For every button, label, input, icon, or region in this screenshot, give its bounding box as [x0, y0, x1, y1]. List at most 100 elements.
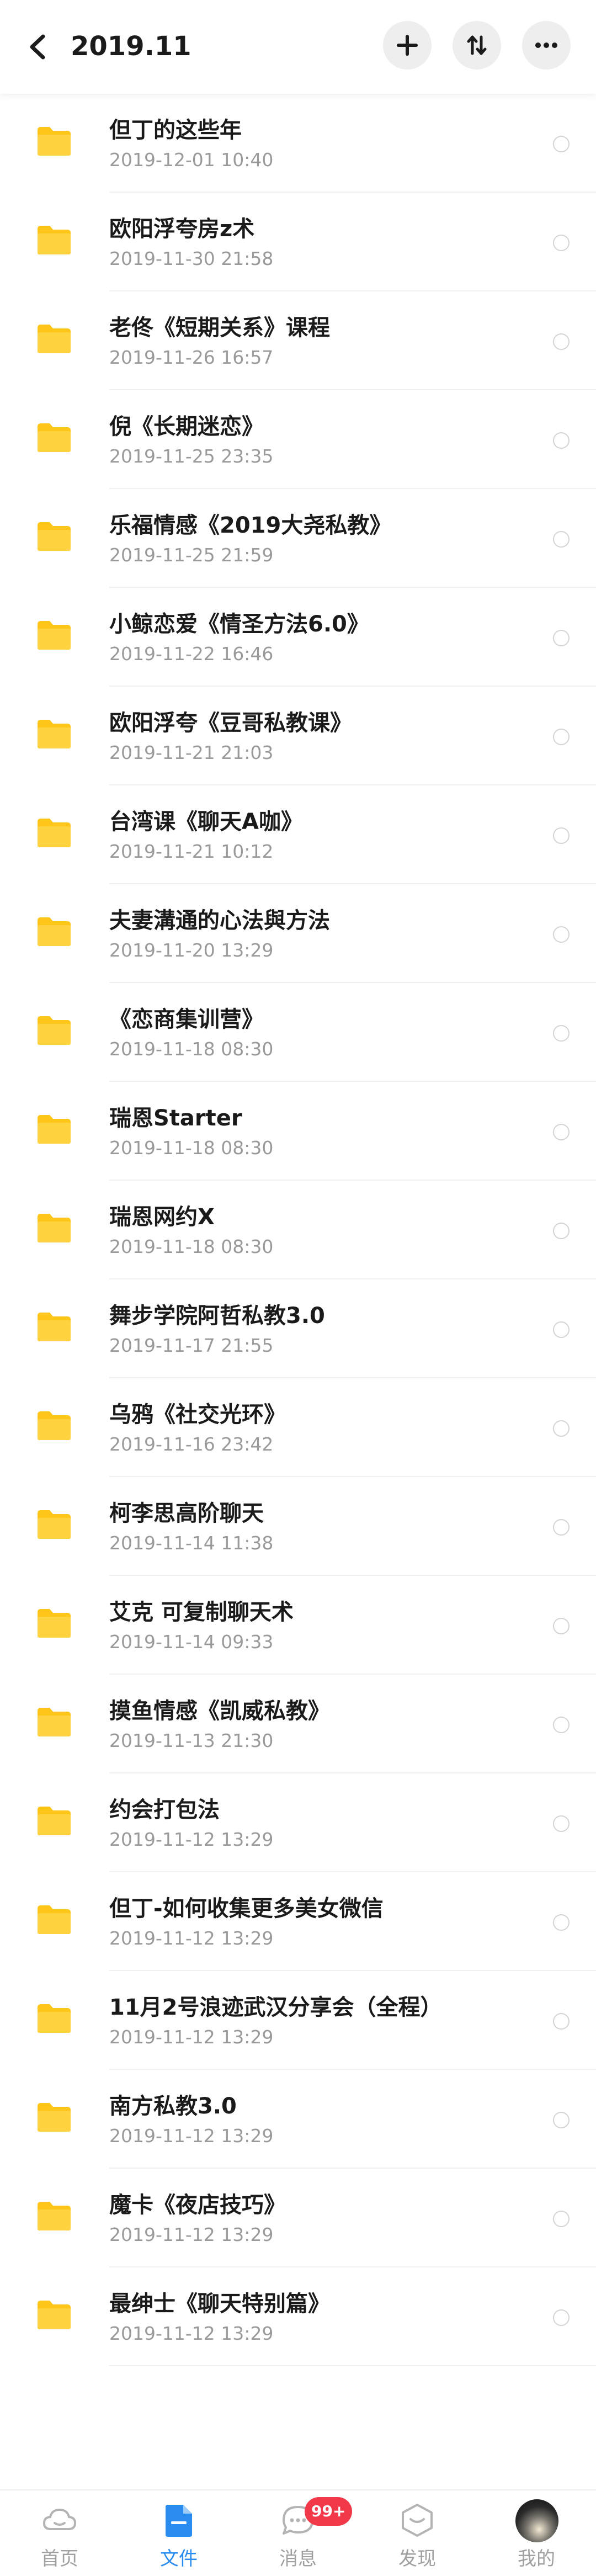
- tab-discover[interactable]: 发现: [358, 2490, 477, 2576]
- unread-badge: 99+: [305, 2497, 353, 2526]
- file-icon: [159, 2500, 199, 2540]
- tab-files[interactable]: 文件: [119, 2490, 238, 2576]
- folder-row[interactable]: 老佟《短期关系》课程 2019-11-26 16:57: [0, 291, 596, 390]
- folder-row[interactable]: 南方私教3.0 2019-11-12 13:29: [0, 2070, 596, 2169]
- select-radio[interactable]: [553, 136, 570, 152]
- folder-name: 但丁的这些年: [109, 118, 242, 143]
- select-radio[interactable]: [553, 926, 570, 943]
- tab-home[interactable]: 首页: [0, 2490, 119, 2576]
- folder-date: 2019-11-21 10:12: [109, 841, 274, 862]
- folder-row[interactable]: 《恋商集训营》 2019-11-18 08:30: [0, 983, 596, 1082]
- select-radio[interactable]: [553, 531, 570, 548]
- folder-row[interactable]: 约会打包法 2019-11-12 13:29: [0, 1773, 596, 1872]
- tab-label: 发现: [398, 2548, 436, 2570]
- folder-row[interactable]: 夫妻溝通的心法與方法 2019-11-20 13:29: [0, 884, 596, 983]
- folder-icon: [36, 1707, 72, 1738]
- folder-row[interactable]: 魔卡《夜店技巧》 2019-11-12 13:29: [0, 2169, 596, 2267]
- folder-row[interactable]: 艾克 可复制聊天术 2019-11-14 09:33: [0, 1576, 596, 1675]
- folder-icon: [36, 126, 72, 157]
- select-radio[interactable]: [553, 729, 570, 745]
- folder-name: 欧阳浮夸房z术: [109, 216, 255, 242]
- select-radio[interactable]: [553, 2211, 570, 2227]
- folder-name: 但丁-如何收集更多美女微信: [109, 1896, 384, 1921]
- folder-icon: [36, 2003, 72, 2034]
- folder-date: 2019-11-25 21:59: [109, 544, 274, 566]
- folder-row[interactable]: 但丁的这些年 2019-12-01 10:40: [0, 94, 596, 193]
- select-radio[interactable]: [553, 1717, 570, 1733]
- folder-name: 倪《长期迷恋》: [109, 414, 264, 439]
- folder-icon: [36, 1608, 72, 1639]
- folder-name: 夫妻溝通的心法與方法: [109, 908, 330, 933]
- select-radio[interactable]: [553, 1223, 570, 1239]
- folder-row[interactable]: 柯李思高阶聊天 2019-11-14 11:38: [0, 1477, 596, 1576]
- select-radio[interactable]: [553, 2112, 570, 2128]
- plus-icon: [397, 35, 418, 56]
- select-radio[interactable]: [553, 1420, 570, 1437]
- add-button[interactable]: [383, 21, 432, 70]
- folder-date: 2019-11-14 09:33: [109, 1631, 274, 1653]
- folder-icon: [36, 620, 72, 651]
- folder-date: 2019-11-12 13:29: [109, 2026, 274, 2048]
- select-radio[interactable]: [553, 630, 570, 646]
- folder-date: 2019-11-18 08:30: [109, 1236, 274, 1257]
- folder-row[interactable]: 但丁-如何收集更多美女微信 2019-11-12 13:29: [0, 1872, 596, 1971]
- folder-name: 魔卡《夜店技巧》: [109, 2192, 286, 2218]
- folder-icon: [36, 323, 72, 354]
- back-button[interactable]: [22, 28, 55, 66]
- folder-icon: [36, 422, 72, 453]
- folder-list: 但丁的这些年 2019-12-01 10:40 欧阳浮夸房z术 2019-11-…: [0, 94, 596, 2366]
- folder-date: 2019-11-13 21:30: [109, 1730, 274, 1751]
- more-button[interactable]: [522, 21, 571, 70]
- folder-icon: [36, 1805, 72, 1836]
- select-radio[interactable]: [553, 432, 570, 449]
- select-radio[interactable]: [553, 2309, 570, 2326]
- folder-row[interactable]: 台湾课《聊天A咖》 2019-11-21 10:12: [0, 785, 596, 884]
- folder-date: 2019-11-22 16:46: [109, 643, 274, 665]
- select-radio[interactable]: [553, 1914, 570, 1931]
- folder-row[interactable]: 摸鱼情感《凯威私教》 2019-11-13 21:30: [0, 1675, 596, 1773]
- tab-messages[interactable]: 99+ 消息: [238, 2490, 358, 2576]
- folder-row[interactable]: 欧阳浮夸《豆哥私教课》 2019-11-21 21:03: [0, 687, 596, 785]
- folder-name: 老佟《短期关系》课程: [109, 315, 330, 341]
- folder-row[interactable]: 乌鸦《社交光环》 2019-11-16 23:42: [0, 1378, 596, 1477]
- select-radio[interactable]: [553, 1618, 570, 1634]
- avatar: [515, 2499, 558, 2542]
- folder-name: 小鲸恋爱《情圣方法6.0》: [109, 612, 369, 637]
- folder-name: 《恋商集训营》: [109, 1007, 264, 1032]
- folder-date: 2019-11-12 13:29: [109, 2323, 274, 2344]
- folder-date: 2019-12-01 10:40: [109, 149, 274, 171]
- select-radio[interactable]: [553, 2013, 570, 2030]
- folder-row[interactable]: 舞步学院阿哲私教3.0 2019-11-17 21:55: [0, 1279, 596, 1378]
- folder-name: 瑞恩网约X: [109, 1204, 215, 1230]
- folder-row[interactable]: 小鲸恋爱《情圣方法6.0》 2019-11-22 16:46: [0, 588, 596, 687]
- folder-name: 欧阳浮夸《豆哥私教课》: [109, 710, 352, 736]
- folder-icon: [36, 2201, 72, 2232]
- folder-icon: [36, 1015, 72, 1046]
- folder-date: 2019-11-30 21:58: [109, 248, 274, 269]
- select-radio[interactable]: [553, 235, 570, 251]
- select-radio[interactable]: [553, 827, 570, 844]
- folder-date: 2019-11-20 13:29: [109, 939, 274, 961]
- folder-row[interactable]: 瑞恩Starter 2019-11-18 08:30: [0, 1082, 596, 1181]
- folder-icon: [36, 2102, 72, 2133]
- folder-date: 2019-11-16 23:42: [109, 1433, 274, 1455]
- folder-row[interactable]: 最绅士《聊天特别篇》 2019-11-12 13:29: [0, 2267, 596, 2366]
- folder-row[interactable]: 乐福情感《2019大尧私教》 2019-11-25 21:59: [0, 489, 596, 588]
- folder-row[interactable]: 11月2号浪迹武汉分享会（全程） 2019-11-12 13:29: [0, 1971, 596, 2070]
- cloud-icon: [40, 2500, 79, 2540]
- folder-row[interactable]: 瑞恩网约X 2019-11-18 08:30: [0, 1181, 596, 1279]
- sort-button[interactable]: [453, 21, 501, 70]
- folder-icon: [36, 1410, 72, 1441]
- tab-profile[interactable]: 我的: [477, 2490, 596, 2576]
- select-radio[interactable]: [553, 1519, 570, 1536]
- folder-name: 约会打包法: [109, 1797, 220, 1823]
- folder-icon: [36, 719, 72, 750]
- select-radio[interactable]: [553, 333, 570, 350]
- select-radio[interactable]: [553, 1815, 570, 1832]
- select-radio[interactable]: [553, 1025, 570, 1042]
- folder-date: 2019-11-18 08:30: [109, 1137, 274, 1159]
- select-radio[interactable]: [553, 1321, 570, 1338]
- select-radio[interactable]: [553, 1124, 570, 1140]
- folder-row[interactable]: 倪《长期迷恋》 2019-11-25 23:35: [0, 390, 596, 489]
- folder-row[interactable]: 欧阳浮夸房z术 2019-11-30 21:58: [0, 193, 596, 291]
